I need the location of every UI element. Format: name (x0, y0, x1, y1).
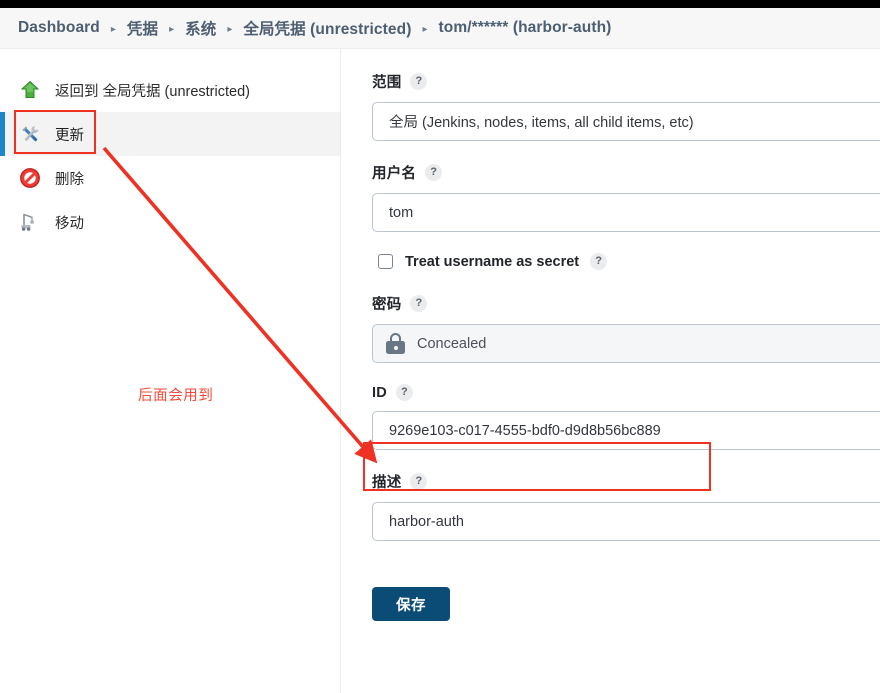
field-label-row: 范围 ? (372, 71, 880, 92)
treat-username-as-secret-row: Treat username as secret ? (378, 253, 880, 270)
sidebar-item-delete[interactable]: 删除 (0, 156, 340, 200)
sidebar-item-label: 更新 (55, 127, 84, 144)
top-black-strip (0, 0, 880, 8)
credential-form: 范围 ? 全局 (Jenkins, nodes, items, all chil… (341, 49, 880, 693)
sidebar-item-back-to-global-credentials[interactable]: 返回到 全局凭据 (unrestricted) (0, 68, 340, 112)
field-label-row: 描述 ? (372, 471, 880, 492)
page-root: Dashboard 凭据 系统 全局凭据 (unrestricted) tom/… (0, 0, 880, 693)
breadcrumb-item-current-credential[interactable]: tom/****** (harbor-auth) (439, 19, 612, 37)
treat-username-as-secret-label: Treat username as secret (405, 253, 580, 270)
sidebar-item-label: 移动 (55, 215, 84, 232)
help-icon[interactable]: ? (410, 473, 428, 490)
username-input[interactable]: tom (372, 193, 880, 232)
scope-select[interactable]: 全局 (Jenkins, nodes, items, all child ite… (372, 102, 880, 141)
annotation-note: 后面会用到 (138, 388, 214, 404)
body-wrapper: 返回到 全局凭据 (unrestricted) 更新 删除 移动 后面会用到 范… (0, 49, 880, 693)
id-value: 9269e103-c017-4555-bdf0-d9d8b56bc889 (389, 422, 661, 439)
breadcrumb-item-dashboard[interactable]: Dashboard (18, 19, 100, 37)
breadcrumb-item-credentials[interactable]: 凭据 (127, 17, 158, 39)
password-label: 密码 (372, 297, 402, 313)
username-value: tom (389, 204, 414, 221)
help-icon[interactable]: ? (410, 295, 428, 312)
chevron-right-icon (111, 24, 116, 35)
field-label-row: 密码 ? (372, 293, 880, 314)
id-input[interactable]: 9269e103-c017-4555-bdf0-d9d8b56bc889 (372, 411, 880, 450)
treat-username-as-secret-checkbox[interactable] (378, 254, 393, 269)
sidebar-item-move[interactable]: 移动 (0, 200, 340, 244)
help-icon[interactable]: ? (410, 73, 428, 90)
field-label-row: 用户名 ? (372, 162, 880, 183)
id-label: ID (372, 384, 387, 401)
field-description: 描述 ? harbor-auth (372, 471, 880, 541)
help-icon[interactable]: ? (590, 253, 608, 270)
field-scope: 范围 ? 全局 (Jenkins, nodes, items, all chil… (372, 71, 880, 141)
no-entry-icon (18, 166, 42, 190)
scope-label: 范围 (372, 75, 402, 91)
password-field[interactable]: Concealed (372, 324, 880, 363)
breadcrumb-item-system[interactable]: 系统 (185, 17, 216, 39)
scope-select-value: 全局 (Jenkins, nodes, items, all child ite… (389, 115, 694, 131)
up-arrow-icon (18, 78, 42, 102)
field-username: 用户名 ? tom (372, 162, 880, 232)
username-label: 用户名 (372, 166, 417, 182)
description-value: harbor-auth (389, 513, 464, 530)
field-password: 密码 ? Concealed (372, 293, 880, 363)
description-label: 描述 (372, 475, 402, 491)
breadcrumb-item-global-credentials[interactable]: 全局凭据 (unrestricted) (243, 17, 411, 39)
password-value: Concealed (417, 335, 487, 352)
sidebar-item-update[interactable]: 更新 (0, 112, 340, 156)
field-label-row: ID ? (372, 384, 880, 401)
sidebar-item-label: 返回到 全局凭据 (unrestricted) (55, 83, 250, 100)
chevron-right-icon (169, 24, 174, 35)
breadcrumb: Dashboard 凭据 系统 全局凭据 (unrestricted) tom/… (0, 8, 880, 49)
save-button[interactable]: 保存 (372, 587, 450, 621)
field-id: ID ? 9269e103-c017-4555-bdf0-d9d8b56bc88… (372, 384, 880, 450)
help-icon[interactable]: ? (425, 164, 443, 181)
chevron-right-icon (422, 24, 427, 35)
lock-icon (386, 333, 405, 354)
crane-icon (18, 210, 42, 234)
sidebar: 返回到 全局凭据 (unrestricted) 更新 删除 移动 后面会用到 (0, 49, 340, 693)
sidebar-item-label: 删除 (55, 171, 84, 188)
wrench-screwdriver-icon (18, 122, 42, 146)
description-input[interactable]: harbor-auth (372, 502, 880, 541)
help-icon[interactable]: ? (395, 384, 413, 401)
chevron-right-icon (227, 24, 232, 35)
